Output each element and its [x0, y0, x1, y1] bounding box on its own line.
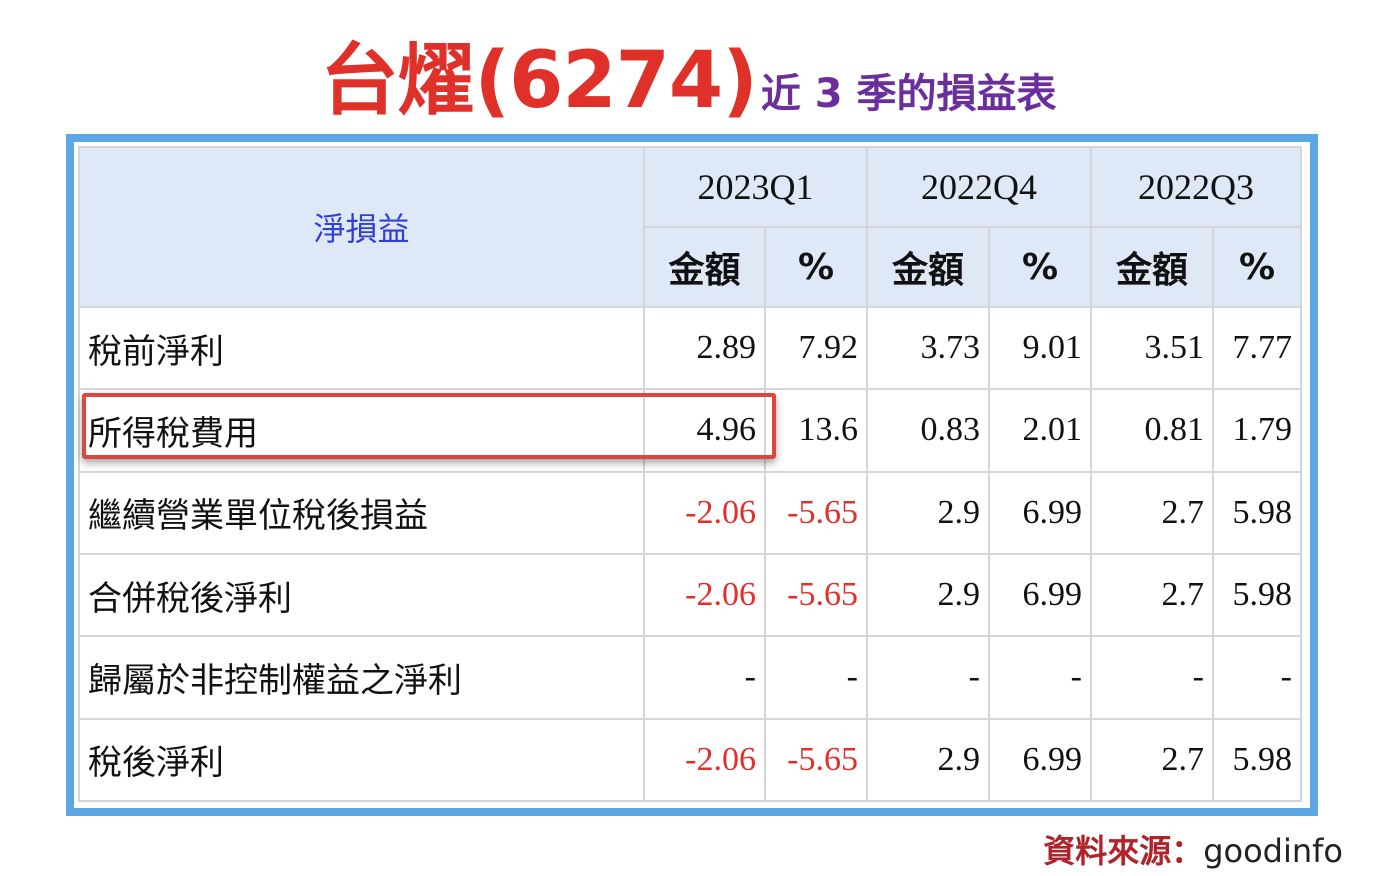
amount-header: 金額 [866, 226, 990, 308]
amount-cell: 3.73 [866, 305, 990, 391]
percent-cell: 6.99 [988, 470, 1092, 555]
table-frame: 淨損益 2023Q1 2022Q4 2022Q3 金額 % 金額 % 金額 % … [66, 134, 1318, 816]
percent-header: % [1212, 226, 1302, 308]
percent-cell: -5.65 [764, 470, 868, 555]
percent-cell: 6.99 [988, 717, 1092, 803]
quarter-header: 2023Q1 [643, 146, 868, 228]
amount-cell: 0.83 [866, 388, 990, 473]
amount-cell: -2.06 [643, 552, 766, 638]
amount-cell: - [866, 635, 990, 720]
title-company: 台燿(6274) [320, 36, 757, 126]
amount-cell: -2.06 [643, 470, 766, 555]
percent-cell: 1.79 [1212, 388, 1302, 473]
amount-cell: - [1090, 635, 1214, 720]
amount-cell: 4.96 [643, 388, 766, 473]
table-row: 歸屬於非控制權益之淨利 - - - - - - [78, 635, 1302, 720]
row-label: 所得稅費用 [78, 388, 645, 473]
percent-header: % [764, 226, 868, 308]
percent-cell: 9.01 [988, 305, 1092, 391]
percent-cell: 13.6 [764, 388, 868, 473]
amount-cell: 2.9 [866, 470, 990, 555]
table-row: 繼續營業單位稅後損益 -2.06 -5.65 2.9 6.99 2.7 5.98 [78, 470, 1302, 555]
table-row: 合併稅後淨利 -2.06 -5.65 2.9 6.99 2.7 5.98 [78, 552, 1302, 638]
table-row: 稅前淨利 2.89 7.92 3.73 9.01 3.51 7.77 [78, 305, 1302, 391]
amount-cell: 2.89 [643, 305, 766, 391]
percent-cell: 7.92 [764, 305, 868, 391]
amount-header: 金額 [643, 226, 766, 308]
percent-header: % [988, 226, 1092, 308]
amount-cell: 2.9 [866, 717, 990, 803]
row-label: 合併稅後淨利 [78, 552, 645, 638]
amount-cell: 2.7 [1090, 470, 1214, 555]
row-label: 稅前淨利 [78, 305, 645, 391]
page-title: 台燿(6274) 近 3 季的損益表 [0, 18, 1377, 130]
percent-cell: 2.01 [988, 388, 1092, 473]
amount-cell: 2.7 [1090, 717, 1214, 803]
percent-cell: -5.65 [764, 552, 868, 638]
source-value: goodinfo [1203, 832, 1343, 870]
row-label: 繼續營業單位稅後損益 [78, 470, 645, 555]
income-statement-table: 淨損益 2023Q1 2022Q4 2022Q3 金額 % 金額 % 金額 % … [78, 146, 1302, 803]
source-label: 資料來源： [1043, 832, 1204, 870]
amount-cell: -2.06 [643, 717, 766, 803]
percent-cell: 5.98 [1212, 552, 1302, 638]
corner-header: 淨損益 [78, 146, 645, 308]
amount-cell: 0.81 [1090, 388, 1214, 473]
percent-cell: -5.65 [764, 717, 868, 803]
header-row-quarters: 淨損益 2023Q1 2022Q4 2022Q3 [78, 146, 1302, 308]
table-frame-inner: 淨損益 2023Q1 2022Q4 2022Q3 金額 % 金額 % 金額 % … [74, 142, 1310, 808]
percent-cell: 5.98 [1212, 470, 1302, 555]
table-row: 稅後淨利 -2.06 -5.65 2.9 6.99 2.7 5.98 [78, 717, 1302, 803]
title-subtitle: 近 3 季的損益表 [760, 71, 1057, 117]
percent-cell: - [1212, 635, 1302, 720]
percent-cell: 7.77 [1212, 305, 1302, 391]
row-label: 歸屬於非控制權益之淨利 [78, 635, 645, 720]
amount-cell: 3.51 [1090, 305, 1214, 391]
percent-cell: 5.98 [1212, 717, 1302, 803]
percent-cell: - [988, 635, 1092, 720]
row-label: 稅後淨利 [78, 717, 645, 803]
source-note: 資料來源：goodinfo [1043, 826, 1343, 872]
table-row: 所得稅費用 4.96 13.6 0.83 2.01 0.81 1.79 [78, 388, 1302, 473]
percent-cell: - [764, 635, 868, 720]
amount-cell: - [643, 635, 766, 720]
amount-cell: 2.9 [866, 552, 990, 638]
percent-cell: 6.99 [988, 552, 1092, 638]
quarter-header: 2022Q3 [1090, 146, 1302, 228]
amount-cell: 2.7 [1090, 552, 1214, 638]
amount-header: 金額 [1090, 226, 1214, 308]
quarter-header: 2022Q4 [866, 146, 1092, 228]
